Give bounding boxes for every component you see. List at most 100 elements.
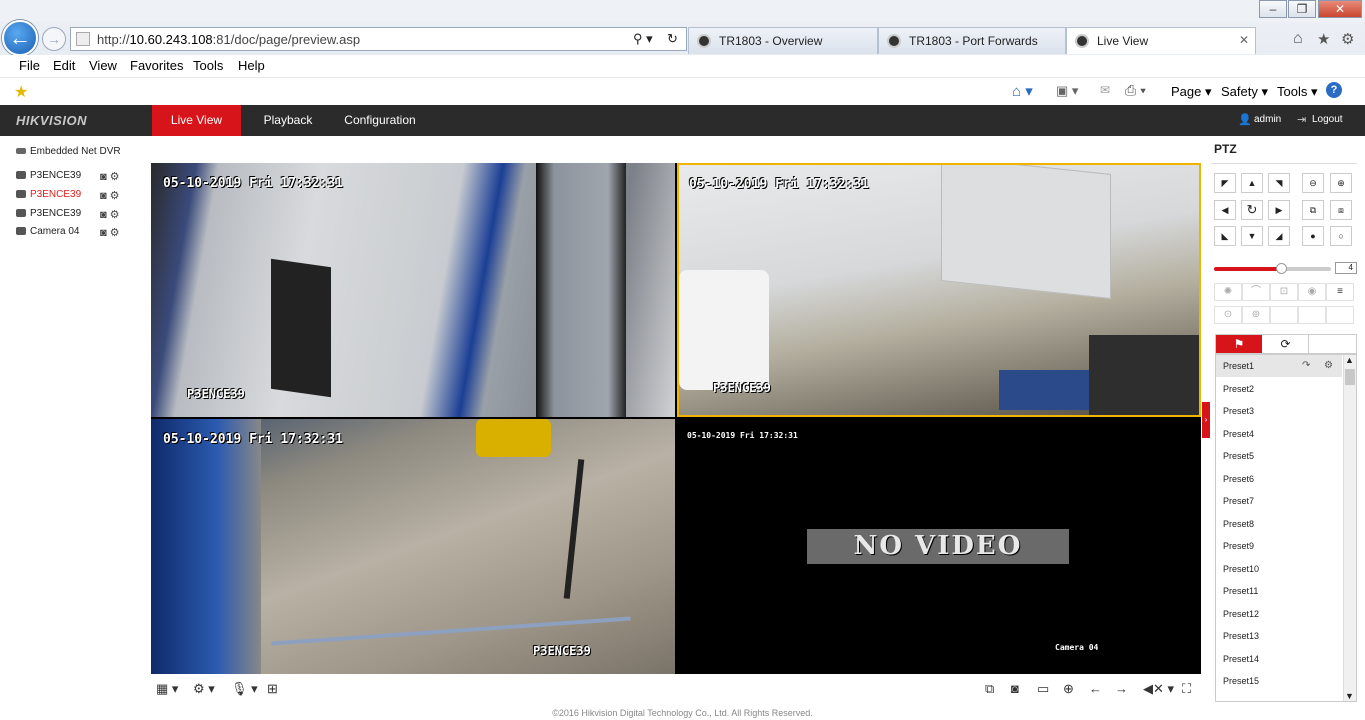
ptz-up-icon[interactable]: ▲	[1241, 173, 1263, 193]
forward-button[interactable]: →	[42, 27, 66, 51]
feeds-icon[interactable]: ▣ ▾	[1056, 83, 1078, 99]
menu-view[interactable]: View	[89, 58, 117, 73]
call-preset-icon[interactable]: ↷	[1302, 355, 1310, 377]
preset-row[interactable]: Preset5	[1216, 445, 1342, 467]
help-icon[interactable]: ?	[1326, 82, 1342, 98]
tab-patrols[interactable]: ⟳	[1263, 335, 1309, 353]
window-layout-icon[interactable]: ▦ ▾	[156, 681, 178, 697]
record-and-playback-icons[interactable]: ◙⚙	[100, 170, 123, 183]
blank-button[interactable]	[1298, 306, 1326, 324]
iris-open-icon[interactable]: ○	[1330, 226, 1352, 246]
close-tab-icon[interactable]: ✕	[1239, 33, 1249, 47]
logout-icon[interactable]: ⇥	[1297, 113, 1306, 126]
scroll-up-icon[interactable]: ▲	[1345, 355, 1354, 365]
close-window-button[interactable]: ✕	[1318, 0, 1362, 18]
tab-port-forwards[interactable]: TR1803 - Port Forwards	[878, 27, 1066, 54]
record-and-playback-icons[interactable]: ◙⚙	[100, 208, 123, 221]
nav-playback[interactable]: Playback	[251, 105, 325, 136]
preset-row[interactable]: Preset12	[1216, 603, 1342, 625]
record-icon[interactable]: ▭	[1037, 681, 1049, 697]
preset-row[interactable]: Preset10	[1216, 558, 1342, 580]
ptz-down-right-icon[interactable]: ◢	[1268, 226, 1290, 246]
focus-near-icon[interactable]: ⧉	[1302, 200, 1324, 220]
preset-row[interactable]: Preset11	[1216, 580, 1342, 602]
back-button[interactable]: ←	[2, 20, 38, 56]
tab-presets[interactable]: ⚑	[1216, 335, 1262, 353]
ptz-up-right-icon[interactable]: ◥	[1268, 173, 1290, 193]
scroll-down-icon[interactable]: ▼	[1345, 691, 1354, 701]
preset-row[interactable]: Preset14	[1216, 648, 1342, 670]
tab-overview[interactable]: TR1803 - Overview	[688, 27, 878, 54]
speed-knob[interactable]	[1276, 263, 1287, 274]
video-cell-2[interactable]: 05-10-2019 Fri 17:32:31 P3ENCE39	[677, 163, 1201, 417]
ptz-auto-icon[interactable]: ↻	[1241, 200, 1263, 220]
address-text[interactable]: http://10.60.243.108:81/doc/page/preview…	[97, 32, 360, 47]
video-cell-4[interactable]: 05-10-2019 Fri 17:32:31 NO VIDEO Camera …	[677, 419, 1201, 674]
fullscreen-icon[interactable]: ⛶	[1182, 681, 1191, 697]
record-and-playback-icons[interactable]: ◙⚙	[100, 189, 123, 202]
print-icon[interactable]: ⎙ ▾	[1125, 82, 1146, 99]
blank-button[interactable]	[1326, 306, 1354, 324]
video-cell-1[interactable]: 05-10-2019 Fri 17:32:31 P3ENCE39	[151, 163, 675, 417]
wiper-icon[interactable]: ⌒	[1242, 283, 1270, 301]
ptz-collapse-button[interactable]: ›	[1202, 402, 1210, 438]
regional-exposure-icon[interactable]: ⊚	[1242, 306, 1270, 324]
preset-row[interactable]: Preset1 ↷ ⚙	[1216, 355, 1342, 377]
regional-focus-icon[interactable]: ⊙	[1214, 306, 1242, 324]
tree-camera-2[interactable]: P3ENCE39 ◙⚙	[16, 189, 120, 205]
lens-init-icon[interactable]: ◉	[1298, 283, 1326, 301]
preset-row[interactable]: Preset3	[1216, 400, 1342, 422]
refresh-icon[interactable]: ↻	[667, 31, 678, 47]
favorites-star-icon[interactable]: ★	[1317, 30, 1330, 48]
record-and-playback-icons[interactable]: ◙⚙	[100, 226, 123, 239]
ptz-up-left-icon[interactable]: ◤	[1214, 173, 1236, 193]
zoom-out-icon[interactable]: ⊖	[1302, 173, 1324, 193]
video-cell-3[interactable]: 05-10-2019 Fri 17:32:31 P3ENCE39	[151, 419, 675, 674]
preset-row[interactable]: Preset15	[1216, 670, 1342, 692]
aux-focus-icon[interactable]: ⊡	[1270, 283, 1298, 301]
next-page-icon[interactable]: →	[1115, 681, 1128, 696]
menu-tools[interactable]: Tools	[193, 58, 223, 73]
focus-far-icon[interactable]: ⧈	[1330, 200, 1352, 220]
menu-edit[interactable]: Edit	[53, 58, 75, 73]
zoom-in-icon[interactable]: ⊕	[1330, 173, 1352, 193]
preset-row[interactable]: Preset7	[1216, 490, 1342, 512]
menu-file[interactable]: File	[19, 58, 40, 73]
tree-camera-4[interactable]: Camera 04 ◙⚙	[16, 226, 120, 242]
blank-button[interactable]	[1270, 306, 1298, 324]
preset-row[interactable]: Preset13	[1216, 625, 1342, 647]
scroll-thumb[interactable]	[1345, 369, 1355, 385]
tree-root[interactable]: Embedded Net DVR	[16, 146, 121, 162]
capture-icon[interactable]: ◙	[1011, 681, 1019, 696]
preset-row[interactable]: Preset9	[1216, 535, 1342, 557]
ptz-down-icon[interactable]: ▼	[1241, 226, 1263, 246]
light-icon[interactable]: ✺	[1214, 283, 1242, 301]
maximize-button[interactable]: ❐	[1288, 0, 1316, 18]
set-preset-gear-icon[interactable]: ⚙	[1324, 355, 1333, 377]
preset-row[interactable]: Preset2	[1216, 378, 1342, 400]
menu-lines-icon[interactable]: ≡	[1326, 283, 1354, 301]
minimize-button[interactable]: –	[1259, 0, 1287, 18]
plugin-icon[interactable]: ⊞	[267, 681, 278, 697]
previous-page-icon[interactable]: ←	[1089, 681, 1102, 696]
mail-icon[interactable]: ✉	[1100, 83, 1110, 97]
digital-zoom-icon[interactable]: ⊕	[1063, 681, 1074, 697]
stream-type-icon[interactable]: ⚙ ▾	[193, 681, 215, 697]
tools-command-menu[interactable]: Tools ▾	[1277, 84, 1318, 100]
search-icon[interactable]: ⚲ ▾	[633, 31, 653, 47]
preset-row[interactable]: Preset4	[1216, 423, 1342, 445]
iris-close-icon[interactable]: ●	[1302, 226, 1324, 246]
safety-menu[interactable]: Safety ▾	[1221, 84, 1268, 100]
microphone-icon[interactable]: 🎙 ▾	[231, 681, 258, 697]
stop-all-icon[interactable]: ⧉	[985, 681, 994, 697]
nav-configuration[interactable]: Configuration	[337, 105, 423, 136]
address-bar[interactable]: http://10.60.243.108:81/doc/page/preview…	[70, 27, 687, 51]
logout-link[interactable]: Logout	[1312, 114, 1343, 125]
tree-camera-1[interactable]: P3ENCE39 ◙⚙	[16, 170, 120, 186]
ptz-speed-slider[interactable]	[1214, 263, 1331, 274]
menu-help[interactable]: Help	[238, 58, 265, 73]
ptz-left-icon[interactable]: ◀	[1214, 200, 1236, 220]
preset-scrollbar[interactable]: ▲ ▼	[1343, 355, 1356, 701]
ptz-right-icon[interactable]: ▶	[1268, 200, 1290, 220]
nav-live-view[interactable]: Live View	[152, 105, 241, 136]
